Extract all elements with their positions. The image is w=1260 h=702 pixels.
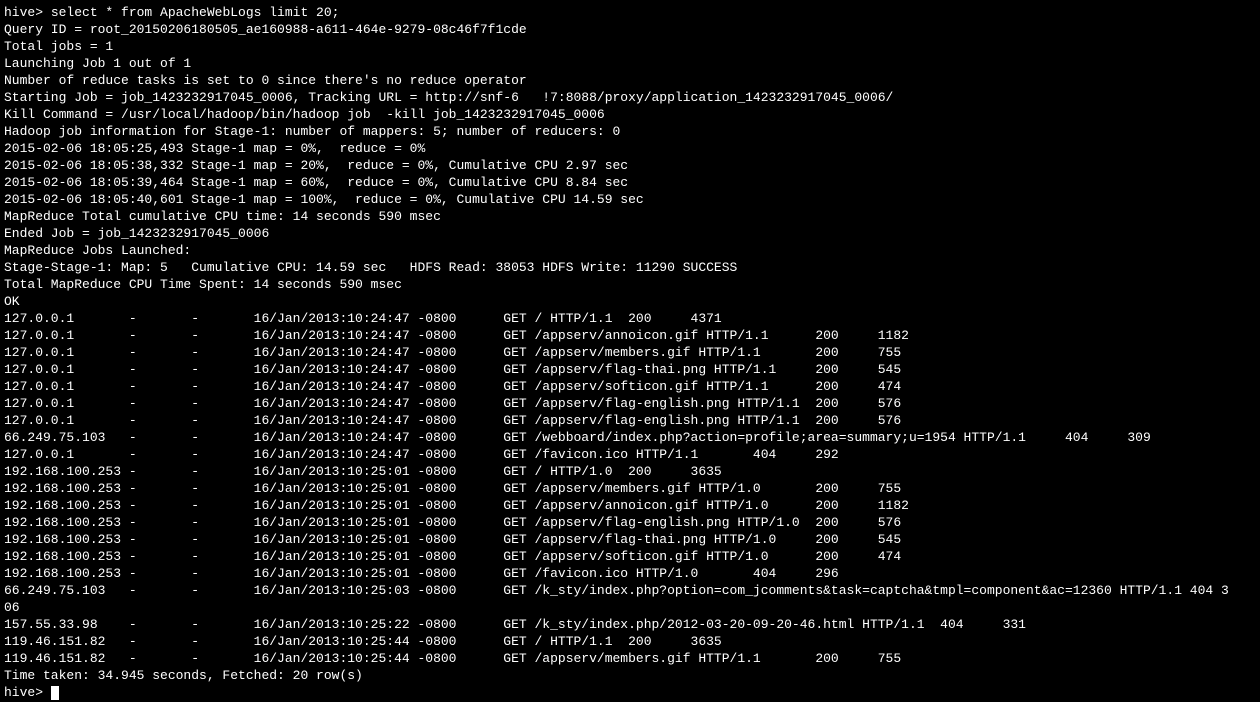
job-progress-line: 2015-02-06 18:05:40,601 Stage-1 map = 10… bbox=[4, 192, 644, 207]
job-header-line: MapReduce Jobs Launched: bbox=[4, 243, 191, 258]
result-row: 192.168.100.253 - - 16/Jan/2013:10:25:01… bbox=[4, 498, 909, 513]
result-row: 157.55.33.98 - - 16/Jan/2013:10:25:22 -0… bbox=[4, 617, 1026, 632]
job-header-line: MapReduce Total cumulative CPU time: 14 … bbox=[4, 209, 441, 224]
job-progress-line: 2015-02-06 18:05:25,493 Stage-1 map = 0%… bbox=[4, 141, 425, 156]
result-row: 192.168.100.253 - - 16/Jan/2013:10:25:01… bbox=[4, 481, 901, 496]
result-row: 127.0.0.1 - - 16/Jan/2013:10:24:47 -0800… bbox=[4, 311, 722, 326]
result-row: 119.46.151.82 - - 16/Jan/2013:10:25:44 -… bbox=[4, 651, 901, 666]
result-row: 127.0.0.1 - - 16/Jan/2013:10:24:47 -0800… bbox=[4, 447, 839, 462]
job-header-line: Query ID = root_20150206180505_ae160988-… bbox=[4, 22, 527, 37]
result-row: 127.0.0.1 - - 16/Jan/2013:10:24:47 -0800… bbox=[4, 362, 901, 377]
cursor-icon bbox=[51, 686, 59, 700]
job-header-line: Ended Job = job_1423232917045_0006 bbox=[4, 226, 269, 241]
time-taken-line: Time taken: 34.945 seconds, Fetched: 20 … bbox=[4, 668, 363, 683]
job-header-line: Number of reduce tasks is set to 0 since… bbox=[4, 73, 527, 88]
hive-prompt: hive> bbox=[4, 5, 51, 20]
job-header-line: Launching Job 1 out of 1 bbox=[4, 56, 191, 71]
result-row: 192.168.100.253 - - 16/Jan/2013:10:25:01… bbox=[4, 515, 901, 530]
result-row: 127.0.0.1 - - 16/Jan/2013:10:24:47 -0800… bbox=[4, 396, 901, 411]
job-header-line: Kill Command = /usr/local/hadoop/bin/had… bbox=[4, 107, 605, 122]
result-row: 119.46.151.82 - - 16/Jan/2013:10:25:44 -… bbox=[4, 634, 722, 649]
job-header-line: Total MapReduce CPU Time Spent: 14 secon… bbox=[4, 277, 402, 292]
result-row: 06 bbox=[4, 600, 20, 615]
result-row: 127.0.0.1 - - 16/Jan/2013:10:24:47 -0800… bbox=[4, 413, 901, 428]
job-header-line: Starting Job = job_1423232917045_0006, T… bbox=[4, 90, 893, 105]
result-row: 127.0.0.1 - - 16/Jan/2013:10:24:47 -0800… bbox=[4, 328, 909, 343]
result-row: 127.0.0.1 - - 16/Jan/2013:10:24:47 -0800… bbox=[4, 379, 901, 394]
result-row: 66.249.75.103 - - 16/Jan/2013:10:24:47 -… bbox=[4, 430, 1151, 445]
job-progress-line: 2015-02-06 18:05:39,464 Stage-1 map = 60… bbox=[4, 175, 628, 190]
result-row: 127.0.0.1 - - 16/Jan/2013:10:24:47 -0800… bbox=[4, 345, 901, 360]
result-row: 192.168.100.253 - - 16/Jan/2013:10:25:01… bbox=[4, 549, 901, 564]
result-row: 192.168.100.253 - - 16/Jan/2013:10:25:01… bbox=[4, 464, 722, 479]
job-header-line: Stage-Stage-1: Map: 5 Cumulative CPU: 14… bbox=[4, 260, 737, 275]
result-row: 66.249.75.103 - - 16/Jan/2013:10:25:03 -… bbox=[4, 583, 1229, 598]
result-row: 192.168.100.253 - - 16/Jan/2013:10:25:01… bbox=[4, 532, 901, 547]
ok-line: OK bbox=[4, 294, 20, 309]
query-command: select * from ApacheWebLogs limit 20; bbox=[51, 5, 340, 20]
job-header-line: Total jobs = 1 bbox=[4, 39, 113, 54]
job-progress-line: 2015-02-06 18:05:38,332 Stage-1 map = 20… bbox=[4, 158, 628, 173]
terminal-output[interactable]: hive> select * from ApacheWebLogs limit … bbox=[0, 0, 1260, 701]
hive-prompt: hive> bbox=[4, 685, 51, 700]
job-header-line: Hadoop job information for Stage-1: numb… bbox=[4, 124, 620, 139]
result-row: 192.168.100.253 - - 16/Jan/2013:10:25:01… bbox=[4, 566, 839, 581]
